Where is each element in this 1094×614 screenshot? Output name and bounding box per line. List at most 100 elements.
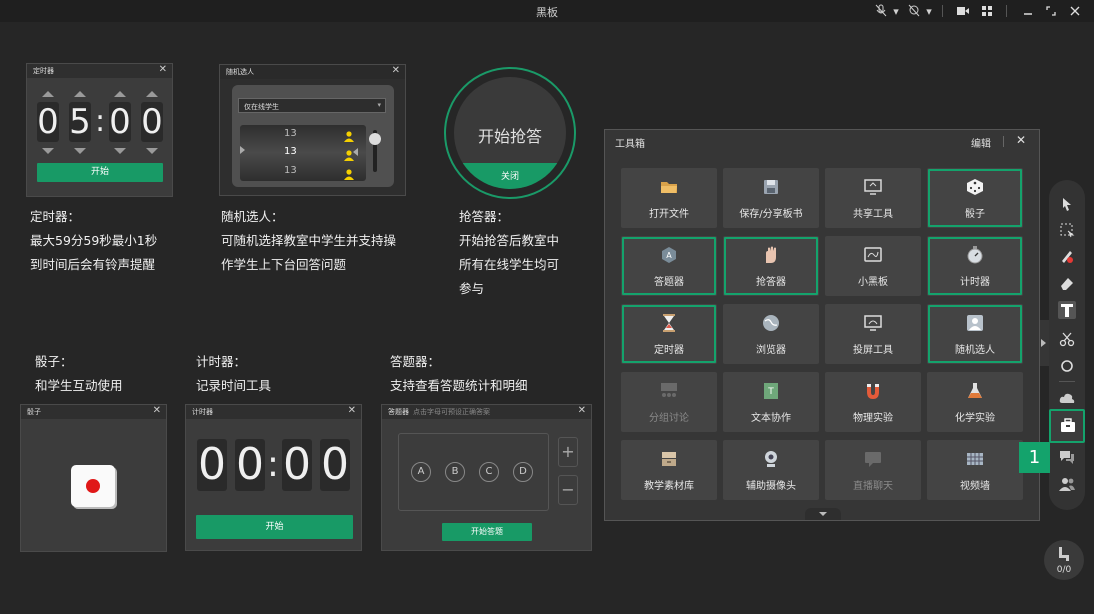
- random-select-panel: 随机选人 ✕ 仅在线学生 ▾ 13 13 13: [219, 64, 406, 196]
- tool-chemistry-lab[interactable]: 化学实验: [927, 372, 1023, 432]
- tool-video-wall[interactable]: 视频墙: [927, 440, 1023, 500]
- chevron-down-icon[interactable]: ▾: [892, 3, 900, 19]
- close-icon[interactable]: [1067, 3, 1083, 19]
- roller-row: 13: [284, 146, 297, 157]
- dice-icon[interactable]: [71, 465, 115, 507]
- increase-arrow-icon[interactable]: [146, 91, 158, 97]
- timer-panel-title: 定时器: [33, 67, 54, 75]
- increase-arrow-icon[interactable]: [42, 91, 54, 97]
- timer-start-button[interactable]: 开始: [37, 163, 163, 182]
- option-d-button[interactable]: D: [513, 462, 533, 482]
- buzzer-close-button[interactable]: 关闭: [454, 163, 566, 182]
- description-heading: 定时器：: [30, 209, 81, 224]
- description-line: 所有在线学生均可: [459, 257, 560, 272]
- toolbox-collapse-handle[interactable]: [805, 508, 841, 520]
- tool-mini-board[interactable]: 小黑板: [825, 236, 921, 296]
- timer-panel: 定时器 ✕ 0 5 : 0 0 开始: [26, 63, 173, 197]
- student-filter-dropdown[interactable]: 仅在线学生 ▾: [238, 98, 386, 113]
- pointer-icon[interactable]: [1058, 195, 1076, 213]
- tool-browser[interactable]: 浏览器: [723, 304, 819, 364]
- description-line: 开始抢答后教室中: [459, 233, 560, 248]
- decrease-arrow-icon[interactable]: [146, 148, 158, 154]
- close-icon[interactable]: ✕: [153, 405, 161, 416]
- svg-text:T: T: [767, 387, 774, 397]
- mic-muted-icon[interactable]: [870, 3, 892, 19]
- student-icon: [344, 165, 354, 180]
- remove-option-button[interactable]: −: [558, 475, 578, 505]
- option-c-button[interactable]: C: [479, 462, 499, 482]
- increase-arrow-icon[interactable]: [114, 91, 126, 97]
- eraser-icon[interactable]: [1058, 274, 1076, 292]
- close-icon[interactable]: ✕: [159, 64, 167, 75]
- tool-share[interactable]: 共享工具: [825, 168, 921, 228]
- cloud-icon[interactable]: [1058, 389, 1076, 407]
- camera-muted-icon[interactable]: [903, 3, 925, 19]
- mini-board-icon: [863, 245, 883, 265]
- option-b-button[interactable]: B: [445, 462, 465, 482]
- chevron-right-icon: [1041, 339, 1046, 347]
- tool-material-library[interactable]: 教学素材库: [621, 440, 717, 500]
- stopwatch-panel: 计时器 ✕ 0 0 : 0 0 开始: [185, 404, 362, 551]
- magnet-icon: [863, 381, 883, 401]
- raised-hand-icon: [761, 245, 781, 265]
- minimize-icon[interactable]: [1020, 3, 1036, 19]
- tool-aux-camera[interactable]: 辅助摄像头: [723, 440, 819, 500]
- buzzer-start-label[interactable]: 开始抢答: [454, 123, 566, 147]
- text-tool-icon[interactable]: [1058, 301, 1076, 319]
- chat-bubbles-icon[interactable]: [1058, 448, 1076, 466]
- chevron-down-icon[interactable]: ▾: [925, 3, 933, 19]
- flask-icon: [965, 381, 985, 401]
- answer-panel-hint: 点击字母可预设正确答案: [413, 408, 490, 416]
- add-option-button[interactable]: +: [558, 437, 578, 467]
- speed-slider-handle[interactable]: [369, 133, 381, 145]
- random-description: 随机选人： 可随机选择教室中学生并支持操 作学生上下台回答问题: [221, 205, 396, 277]
- stopwatch-start-button[interactable]: 开始: [196, 515, 353, 539]
- tool-text-collab[interactable]: T 文本协作: [723, 372, 819, 432]
- buzzer-widget[interactable]: 开始抢答 关闭: [444, 67, 576, 199]
- option-a-button[interactable]: A: [411, 462, 431, 482]
- video-icon[interactable]: [954, 3, 972, 19]
- group-icon: [659, 381, 679, 401]
- toolbox-close-button[interactable]: ✕: [1016, 133, 1026, 147]
- decrease-arrow-icon[interactable]: [42, 148, 54, 154]
- users-icon[interactable]: [1058, 475, 1076, 493]
- tool-open-file[interactable]: 打开文件: [621, 168, 717, 228]
- toolbox-edit-button[interactable]: 编辑: [971, 135, 991, 150]
- pen-icon[interactable]: [1058, 247, 1076, 265]
- toolbox-title: 工具箱: [615, 139, 645, 150]
- tool-buzzer[interactable]: 抢答器: [723, 236, 819, 296]
- toolbox-button[interactable]: [1049, 409, 1085, 443]
- tool-live-chat[interactable]: 直播聊天: [825, 440, 921, 500]
- podium-icon: [1056, 546, 1072, 562]
- increase-arrow-icon[interactable]: [74, 91, 86, 97]
- description-line: 和学生互动使用: [35, 378, 123, 393]
- timer-digit: 0: [37, 102, 59, 142]
- decrease-arrow-icon[interactable]: [114, 148, 126, 154]
- shape-icon[interactable]: [1058, 357, 1076, 375]
- tool-screen-cast[interactable]: 投屏工具: [825, 304, 921, 364]
- tool-stopwatch[interactable]: 计时器: [927, 236, 1023, 296]
- grid-layout-icon[interactable]: [978, 3, 996, 19]
- tool-answer[interactable]: A 答题器: [621, 236, 717, 296]
- tool-group-discussion[interactable]: 分组讨论: [621, 372, 717, 432]
- select-area-icon[interactable]: [1058, 221, 1076, 239]
- tool-dice[interactable]: 骰子: [927, 168, 1023, 228]
- description-line: 记录时间工具: [196, 378, 272, 393]
- close-icon[interactable]: ✕: [578, 405, 586, 416]
- answer-panel: 答题器 点击字母可预设正确答案 ✕ A B C D + − 开始答题: [381, 404, 592, 551]
- tool-random-select[interactable]: 随机选人: [927, 304, 1023, 364]
- tool-physics-lab[interactable]: 物理实验: [825, 372, 921, 432]
- close-icon[interactable]: ✕: [392, 65, 400, 76]
- tool-save-share[interactable]: 保存/分享板书: [723, 168, 819, 228]
- stopwatch-digit: 0: [235, 439, 265, 491]
- scissors-icon[interactable]: [1058, 330, 1076, 348]
- cast-icon: [863, 313, 883, 333]
- fullscreen-icon[interactable]: [1043, 3, 1059, 19]
- start-answer-button[interactable]: 开始答题: [442, 523, 532, 541]
- close-icon[interactable]: ✕: [348, 405, 356, 416]
- stage-button[interactable]: 0/0: [1044, 540, 1084, 580]
- tool-timer[interactable]: 定时器: [621, 304, 717, 364]
- description-heading: 抢答器：: [459, 209, 510, 224]
- globe-icon: [761, 313, 781, 333]
- decrease-arrow-icon[interactable]: [74, 148, 86, 154]
